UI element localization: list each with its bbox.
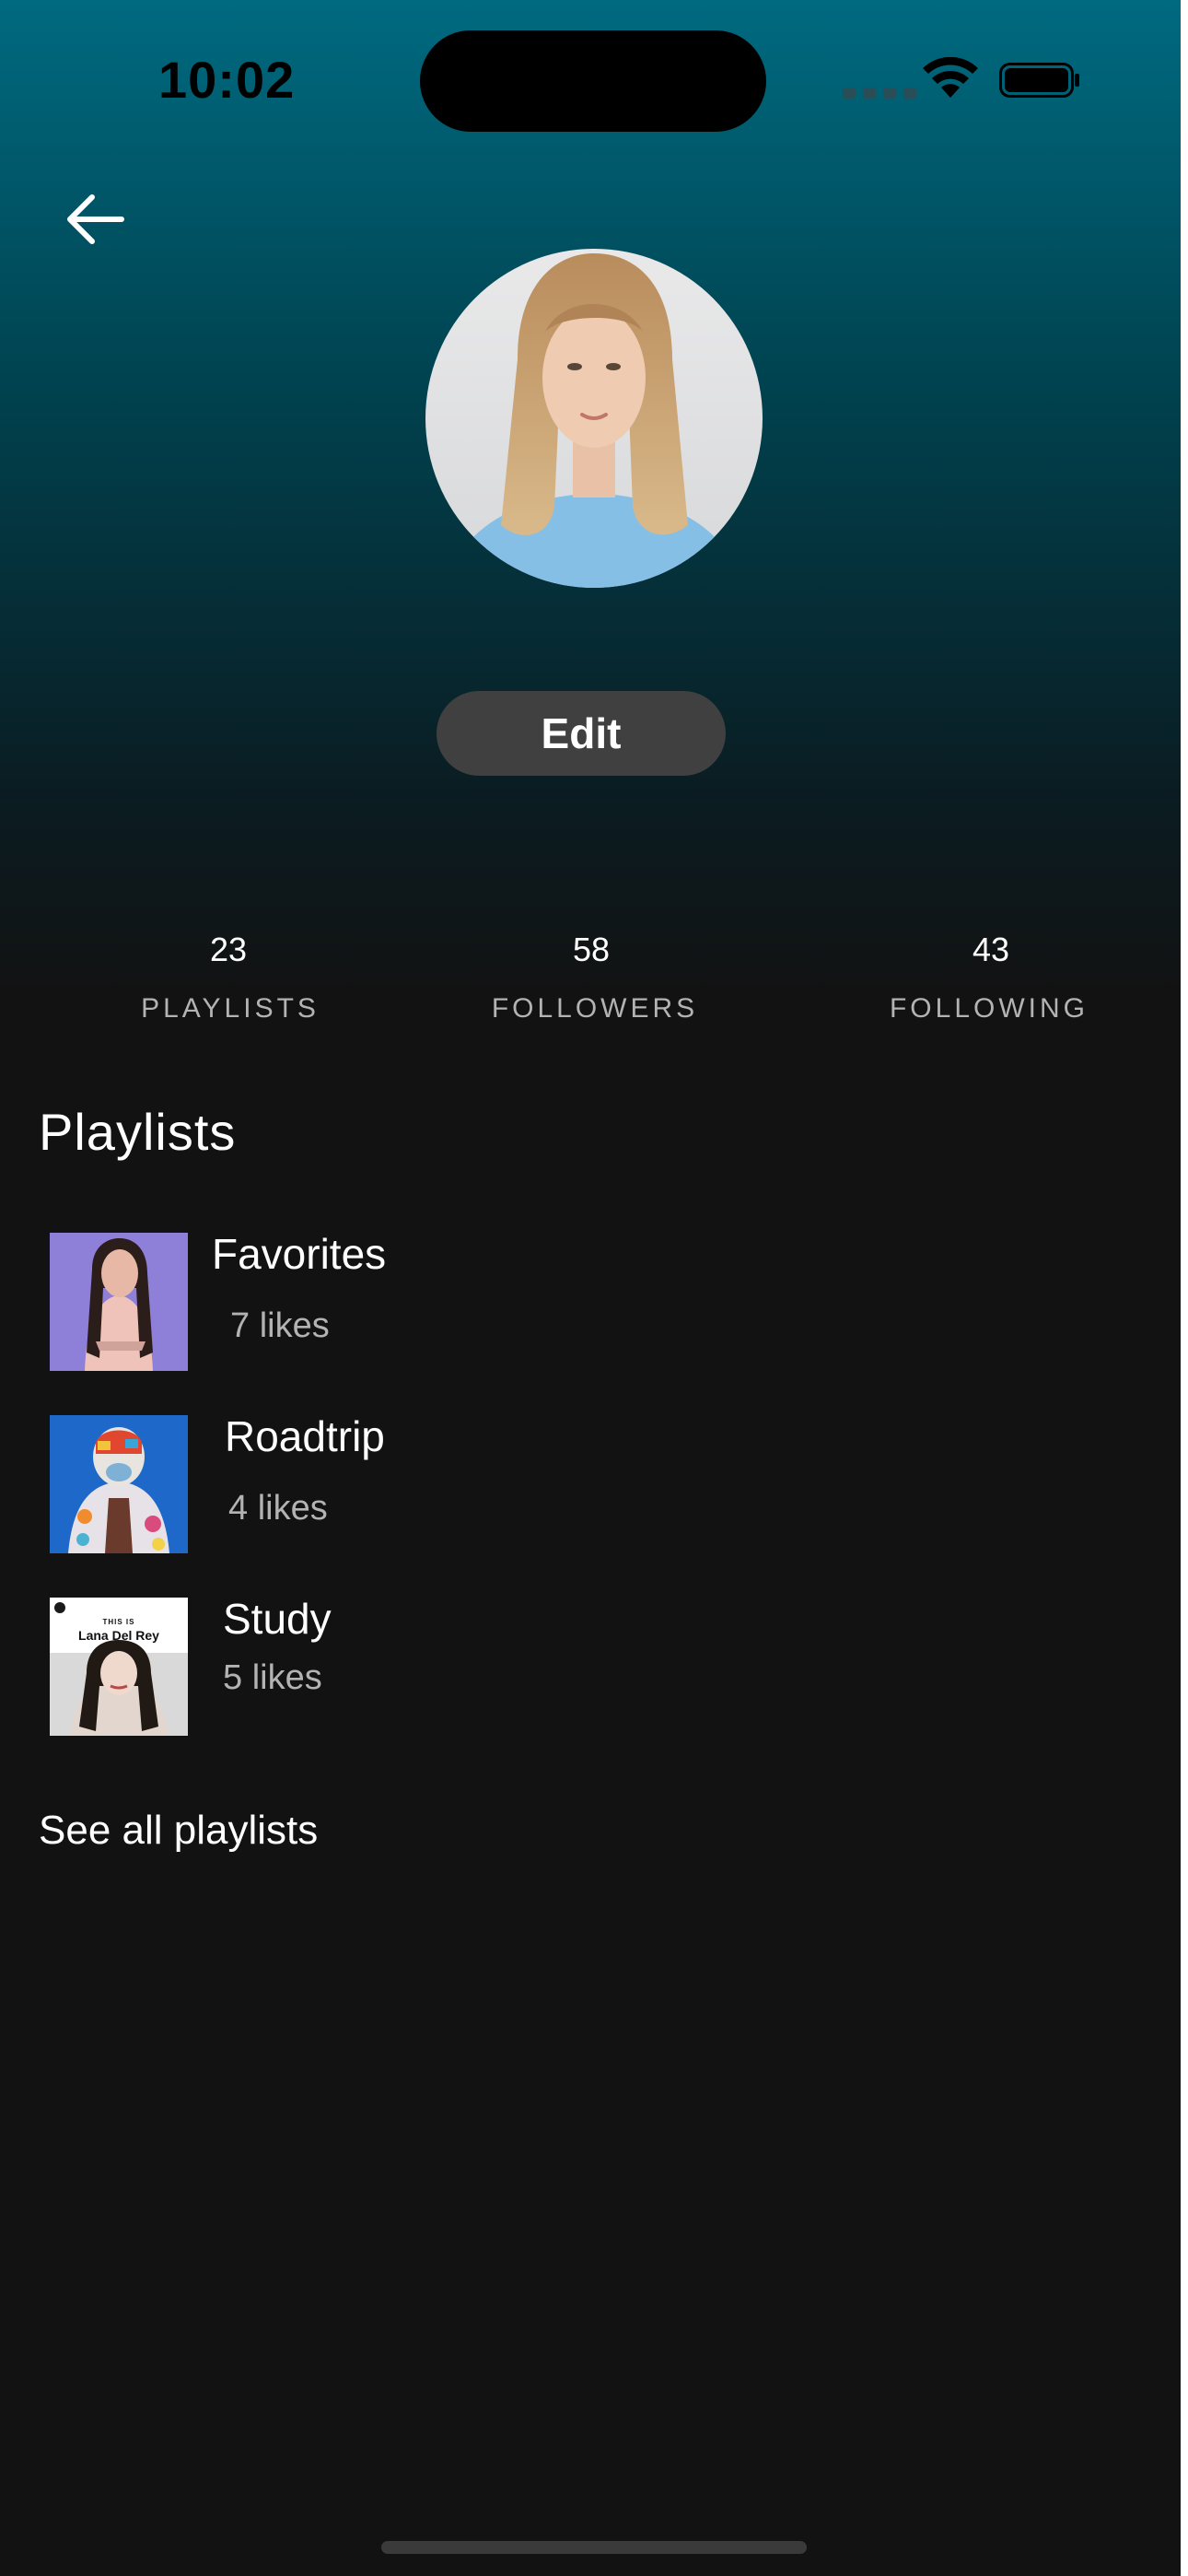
stat-playlists-count: 23 bbox=[209, 931, 248, 968]
edit-profile-button[interactable]: Edit bbox=[437, 691, 726, 776]
playlist-likes-roadtrip: 4 likes bbox=[228, 1489, 328, 1528]
playlist-cover-study: THIS IS Lana Del Rey bbox=[50, 1598, 188, 1736]
playlist-item-roadtrip[interactable]: Roadtrip 4 likes bbox=[50, 1412, 1136, 1553]
screen-edge bbox=[1181, 0, 1188, 2576]
avatar bbox=[425, 249, 763, 588]
arrow-left-icon[interactable] bbox=[63, 192, 127, 247]
profile-screen: 10:02 Edit 23 PLAYLISTS 58 FOLLOWERS 43 … bbox=[0, 0, 1188, 2576]
stat-following-count: 43 bbox=[972, 931, 1010, 968]
dynamic-island bbox=[420, 30, 766, 132]
wifi-icon bbox=[923, 57, 978, 98]
battery-icon bbox=[999, 63, 1079, 98]
status-time: 10:02 bbox=[158, 51, 296, 109]
study-cover-title: Lana Del Rey bbox=[78, 1628, 159, 1643]
stat-followers-label: FOLLOWERS bbox=[491, 993, 699, 1024]
playlist-cover-favorites bbox=[50, 1233, 188, 1371]
stat-playlists[interactable]: 23 PLAYLISTS bbox=[92, 931, 368, 1025]
home-indicator[interactable] bbox=[381, 2541, 807, 2554]
stat-following[interactable]: 43 FOLLOWING bbox=[851, 931, 1127, 1025]
see-all-playlists-link[interactable]: See all playlists bbox=[39, 1808, 318, 1854]
stat-followers-count: 58 bbox=[572, 931, 611, 968]
playlist-cover-roadtrip bbox=[50, 1415, 188, 1553]
study-cover-text-top: THIS IS bbox=[102, 1618, 135, 1626]
playlist-name-roadtrip: Roadtrip bbox=[225, 1412, 385, 1460]
section-title-playlists: Playlists bbox=[39, 1103, 237, 1161]
playlist-likes-favorites: 7 likes bbox=[230, 1306, 330, 1345]
playlist-item-study[interactable]: THIS IS Lana Del Rey Study 5 likes bbox=[50, 1595, 1136, 1736]
stat-following-label: FOLLOWING bbox=[889, 993, 1089, 1024]
stat-followers[interactable]: 58 FOLLOWERS bbox=[457, 931, 733, 1025]
playlist-name-study: Study bbox=[223, 1595, 332, 1643]
playlist-name-favorites: Favorites bbox=[212, 1230, 387, 1278]
playlist-item-favorites[interactable]: Favorites 7 likes bbox=[50, 1230, 1136, 1371]
cellular-signal-icon bbox=[843, 88, 916, 99]
stat-playlists-label: PLAYLISTS bbox=[141, 993, 320, 1024]
playlist-likes-study: 5 likes bbox=[223, 1658, 322, 1697]
